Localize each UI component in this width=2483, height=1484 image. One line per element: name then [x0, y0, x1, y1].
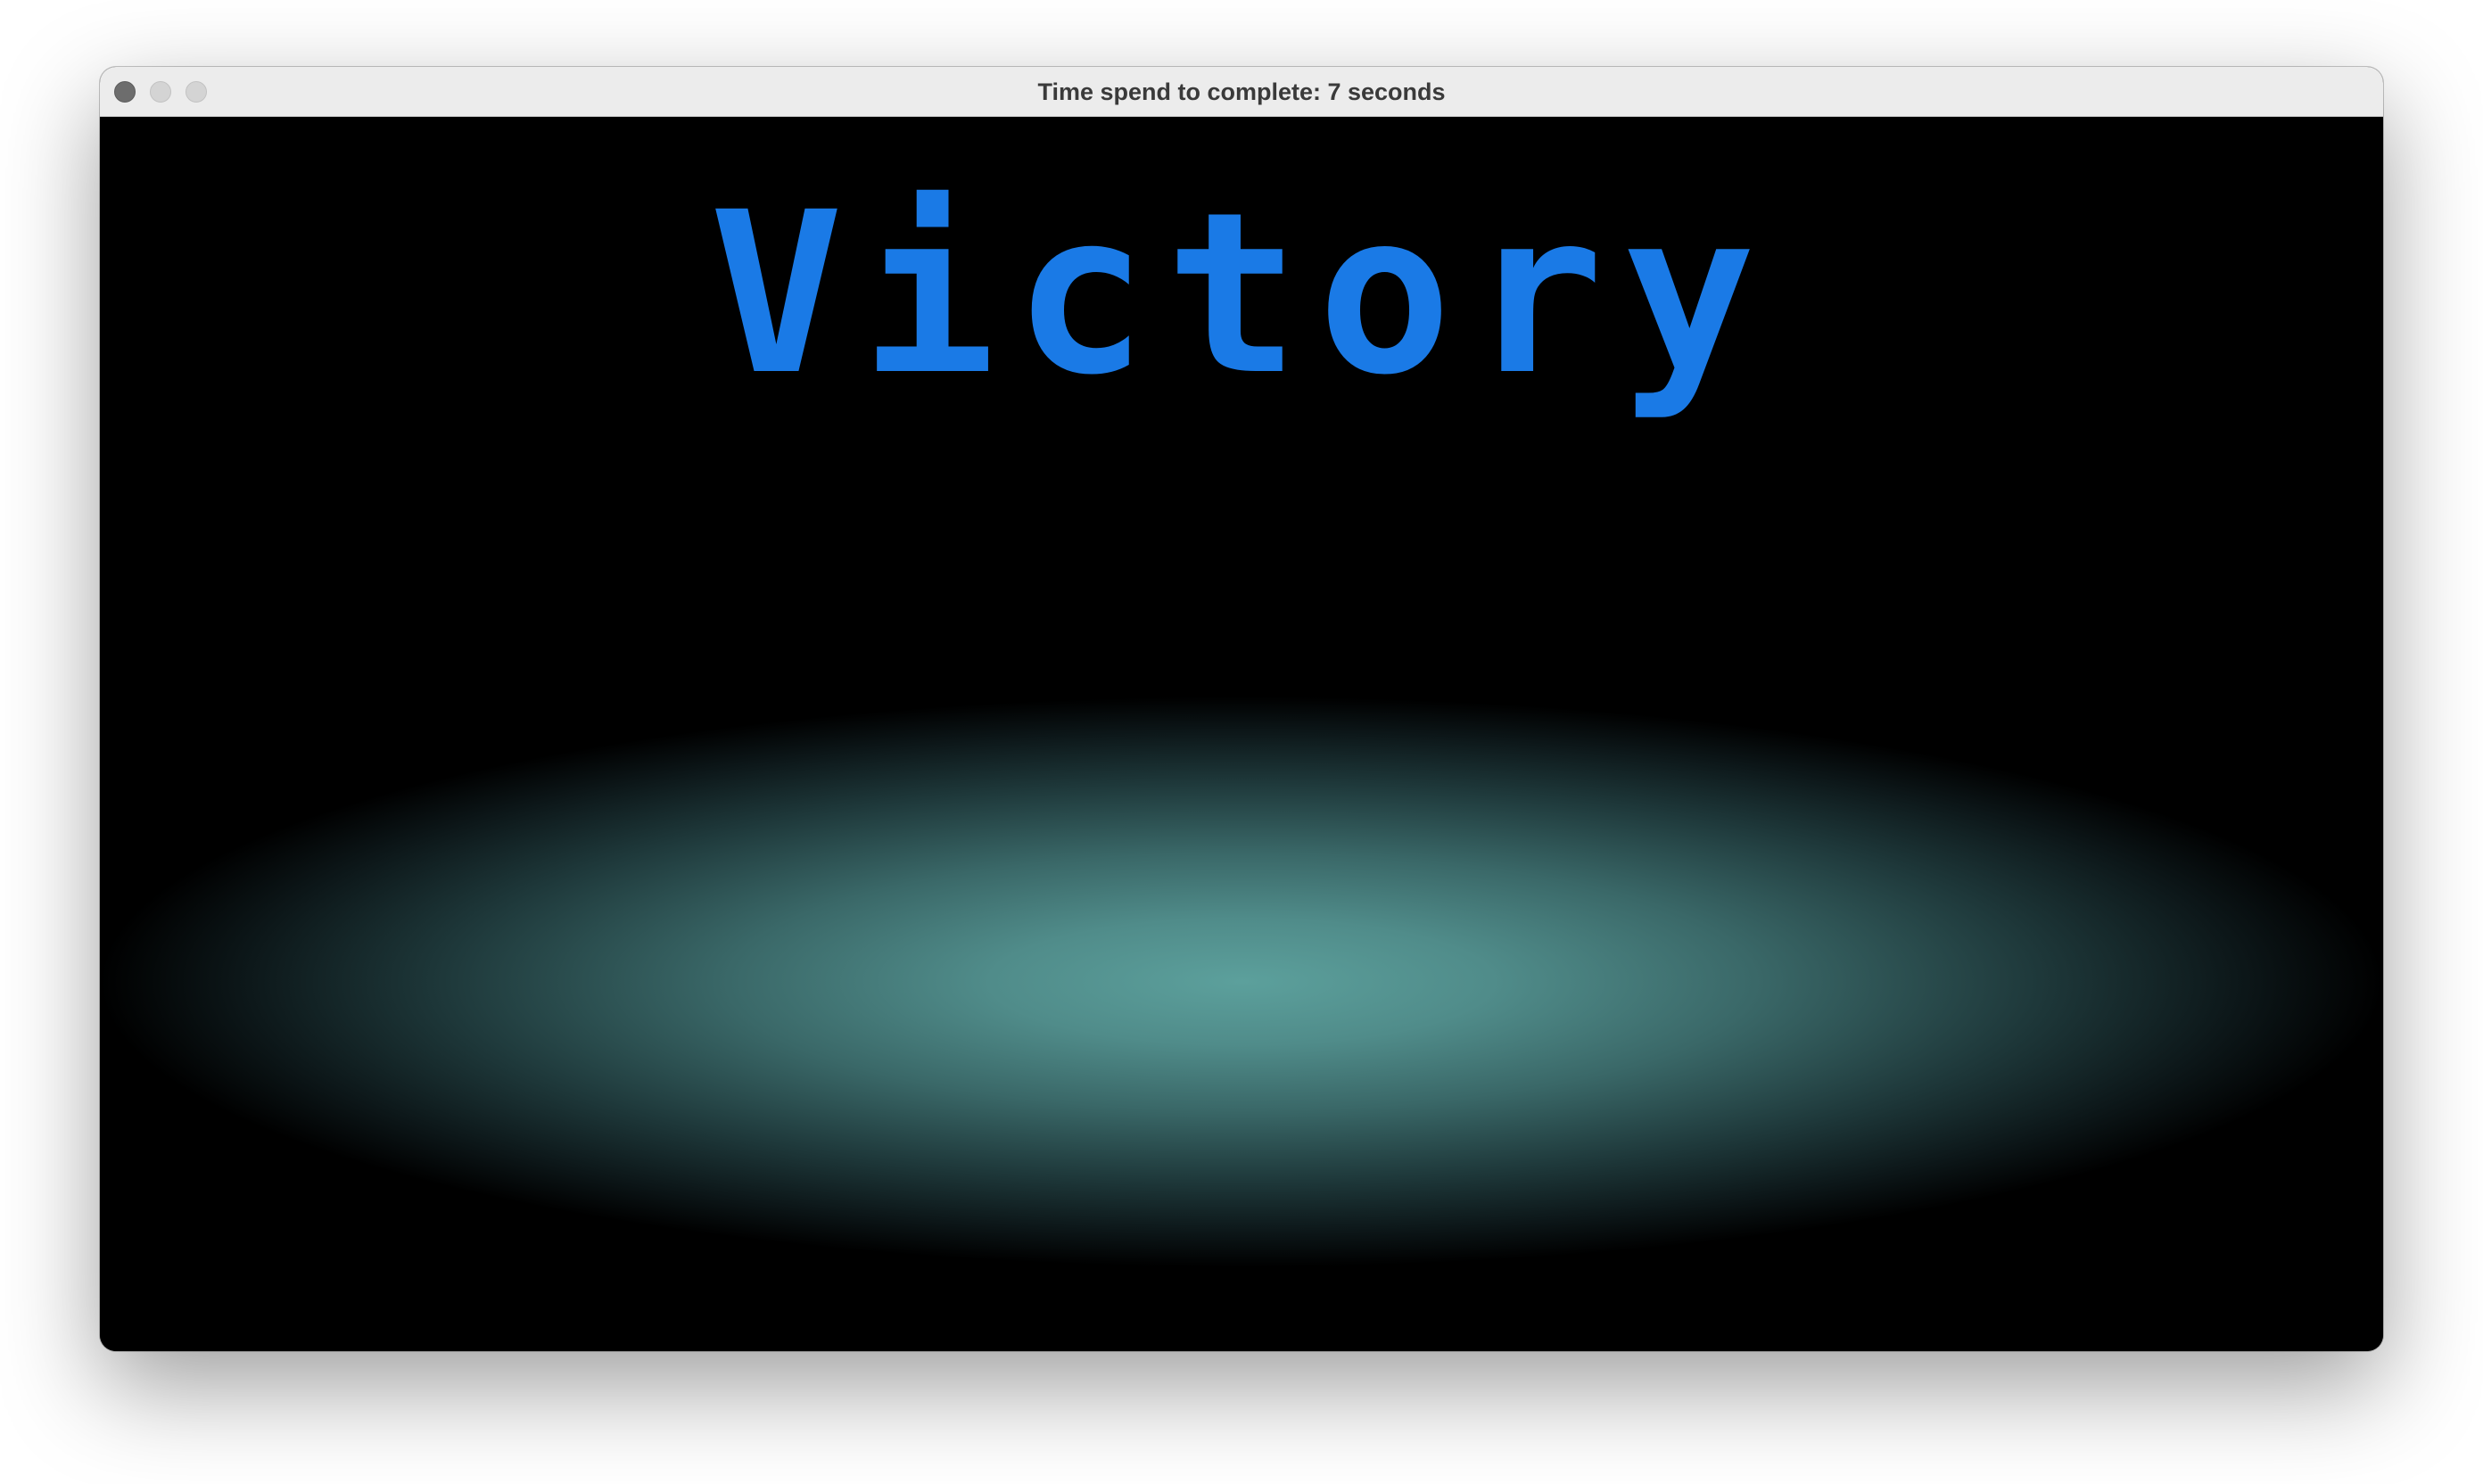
game-window: Time spend to complete: 7 seconds Victor… — [100, 67, 2383, 1351]
victory-headline: Victory — [709, 164, 1774, 424]
title-bar[interactable]: Time spend to complete: 7 seconds — [100, 67, 2383, 117]
window-title: Time spend to complete: 7 seconds — [1037, 78, 1446, 105]
glow-ellipse — [100, 697, 2383, 1267]
game-canvas[interactable]: Victory — [100, 117, 2383, 1351]
